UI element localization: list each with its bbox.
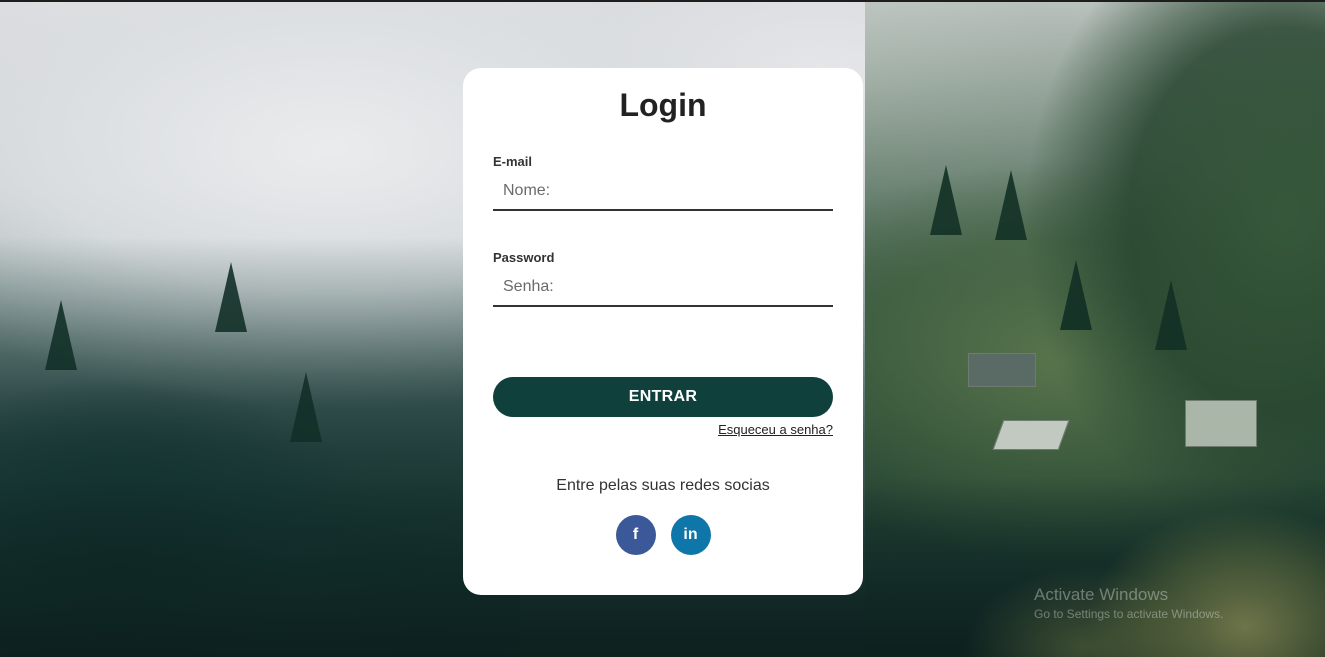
farmhouse xyxy=(1185,400,1257,447)
password-label: Password xyxy=(493,250,555,265)
linkedin-icon: in xyxy=(683,526,698,543)
email-label: E-mail xyxy=(493,154,533,169)
cabin xyxy=(968,353,1036,387)
social-buttons: f in xyxy=(463,515,863,555)
facebook-button[interactable]: f xyxy=(615,515,656,555)
linkedin-button[interactable]: in xyxy=(670,515,711,555)
login-title: Login xyxy=(619,87,707,123)
top-border xyxy=(0,0,1325,2)
foreground-flowers xyxy=(965,477,1325,657)
login-card: Login E-mail Password ENTRAR Esqueceu a … xyxy=(463,68,863,595)
password-field-group: Password xyxy=(493,250,833,307)
pine-tree xyxy=(995,170,1027,240)
password-input[interactable] xyxy=(493,269,833,307)
pine-tree xyxy=(930,165,962,235)
pine-tree xyxy=(290,372,322,442)
email-input[interactable] xyxy=(493,173,833,211)
enter-button[interactable]: ENTRAR xyxy=(493,377,833,417)
forgot-password-link[interactable]: Esqueceu a senha? xyxy=(718,422,833,437)
email-field-group: E-mail xyxy=(493,154,833,211)
pine-tree xyxy=(45,300,77,370)
pine-tree xyxy=(1155,280,1187,350)
social-login-text: Entre pelas suas redes socias xyxy=(556,477,770,494)
pine-tree xyxy=(215,262,247,332)
pine-tree xyxy=(1060,260,1092,330)
facebook-icon: f xyxy=(632,526,639,543)
tennis-court xyxy=(992,420,1070,450)
